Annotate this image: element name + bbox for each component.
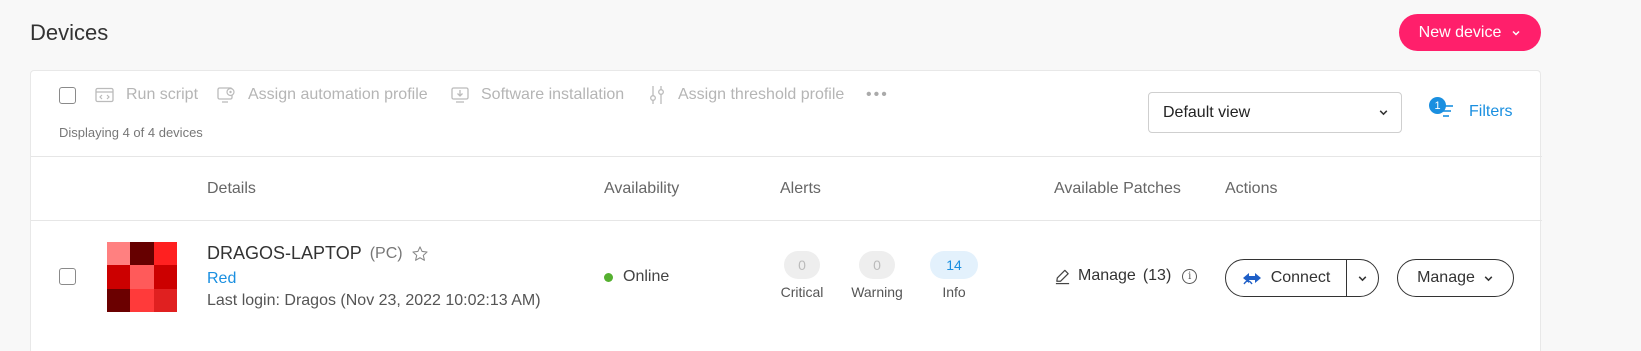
sliders-icon [650, 86, 664, 104]
connect-dropdown-button[interactable] [1347, 260, 1378, 296]
column-header-details: Details [207, 180, 256, 197]
device-name[interactable]: DRAGOS-LAPTOP [207, 243, 362, 264]
chevron-down-icon [1512, 30, 1520, 36]
software-installation-label: Software installation [481, 86, 625, 103]
alert-critical[interactable]: 0 Critical [780, 251, 824, 300]
thumbnail-cell [107, 288, 131, 312]
star-icon[interactable] [411, 245, 429, 263]
column-header-available-patches: Available Patches [1054, 180, 1181, 197]
thumbnail-cell [130, 242, 154, 266]
assign-automation-profile-button[interactable]: Assign automation profile [217, 85, 428, 105]
divider [31, 220, 1542, 221]
alert-count-badge: 14 [930, 251, 978, 279]
info-icon[interactable]: i [1182, 268, 1198, 284]
alert-info[interactable]: 14 Info [929, 251, 979, 300]
connect-split-button: Connect [1225, 259, 1379, 297]
patches-count: (13) [1142, 267, 1172, 284]
alert-label: Critical [780, 284, 824, 300]
status-dot [604, 272, 613, 282]
manage-patches-link[interactable]: Manage (13) i [1054, 267, 1198, 285]
chevron-down-icon [1379, 110, 1388, 116]
device-group-link[interactable]: Red [207, 270, 236, 288]
thumbnail-cell [130, 265, 154, 289]
devices-card: Run script Assign automation profile Sof… [30, 70, 1542, 351]
automation-icon [217, 87, 235, 103]
select-all-checkbox[interactable] [59, 87, 76, 104]
thumbnail-cell [107, 265, 131, 289]
new-device-button[interactable]: New device [1399, 14, 1541, 51]
alert-label: Warning [851, 284, 903, 300]
chevron-down-icon [1484, 275, 1493, 281]
connect-label: Connect [1270, 269, 1331, 286]
more-actions-icon[interactable]: ••• [866, 86, 889, 104]
column-header-availability: Availability [604, 180, 680, 197]
alert-warning[interactable]: 0 Warning [850, 251, 904, 300]
filters-label: Filters [1469, 103, 1513, 120]
manage-button[interactable]: Manage [1397, 259, 1514, 297]
install-icon [451, 87, 469, 103]
view-select-value: Default view [1163, 103, 1251, 121]
divider [31, 156, 1542, 157]
column-header-actions: Actions [1225, 180, 1278, 197]
assign-threshold-profile-button[interactable]: Assign threshold profile [648, 85, 844, 105]
thumbnail-cell [153, 265, 177, 289]
script-icon [95, 87, 114, 102]
filters-button[interactable]: 1 Filters [1429, 97, 1513, 127]
thumbnail-cell [130, 288, 154, 312]
column-header-alerts: Alerts [780, 180, 821, 197]
row-checkbox[interactable] [59, 268, 76, 285]
pencil-icon [1055, 269, 1070, 284]
view-select[interactable]: Default view [1148, 92, 1402, 133]
availability-status: Online [604, 268, 669, 286]
filters-count-badge: 1 [1429, 97, 1446, 114]
manage-label: Manage [1417, 269, 1475, 286]
thumbnail-cell [107, 242, 131, 266]
device-type: (PC) [369, 244, 403, 262]
availability-label: Online [623, 268, 670, 285]
alert-count-badge: 0 [784, 251, 820, 279]
device-last-login: Last login: Dragos (Nov 23, 2022 10:02:1… [207, 292, 541, 309]
chevron-down-icon [1358, 275, 1367, 281]
device-name-line: DRAGOS-LAPTOP (PC) [207, 243, 429, 264]
alert-count-badge: 0 [859, 251, 895, 279]
patches-label: Manage [1078, 267, 1136, 284]
alert-label: Info [942, 284, 966, 300]
teamviewer-icon [1242, 273, 1261, 285]
assign-threshold-profile-label: Assign threshold profile [678, 86, 845, 103]
run-script-label: Run script [126, 86, 199, 103]
connect-button[interactable]: Connect [1226, 260, 1347, 296]
thumbnail-cell [153, 288, 177, 312]
software-installation-button[interactable]: Software installation [451, 85, 624, 105]
run-script-button[interactable]: Run script [95, 85, 198, 105]
new-device-label: New device [1418, 23, 1502, 41]
filter-icon: 1 [1429, 97, 1459, 127]
display-count: Displaying 4 of 4 devices [59, 125, 203, 140]
device-thumbnail [107, 242, 177, 312]
page-title: Devices [30, 20, 109, 45]
assign-automation-profile-label: Assign automation profile [248, 86, 428, 103]
thumbnail-cell [153, 242, 177, 266]
